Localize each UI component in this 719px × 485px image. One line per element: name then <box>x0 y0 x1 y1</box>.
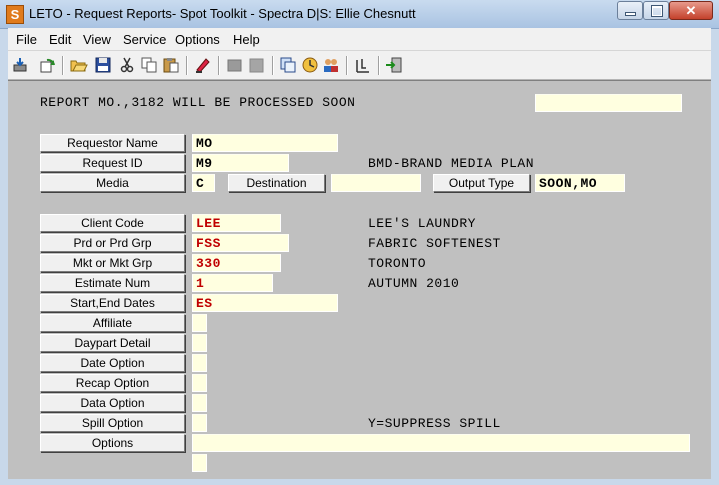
window-title: LETO - Request Reports- Spot Toolkit - S… <box>29 6 416 21</box>
copy-doc-icon[interactable] <box>279 56 297 74</box>
maximize-button[interactable] <box>643 1 669 20</box>
toolbar-separator <box>272 56 274 75</box>
client-code-button[interactable]: Client Code <box>40 214 185 232</box>
open-folder-icon[interactable] <box>70 56 88 74</box>
print-icon[interactable] <box>11 56 29 74</box>
title-bar: S LETO - Request Reports- Spot Toolkit -… <box>0 0 719 29</box>
market-field[interactable]: 330 <box>192 254 281 272</box>
close-button[interactable] <box>669 1 713 20</box>
stop-icon[interactable] <box>226 56 244 74</box>
daypart-detail-button[interactable]: Daypart Detail <box>40 334 185 352</box>
estimate-field[interactable]: 1 <box>192 274 273 292</box>
menu-view[interactable]: View <box>83 32 111 47</box>
menu-options[interactable]: Options <box>175 32 220 47</box>
estimate-button[interactable]: Estimate Num <box>40 274 185 292</box>
estimate-name: AUTUMN 2010 <box>368 276 460 291</box>
window-frame-bottom <box>0 478 719 485</box>
options-button[interactable]: Options <box>40 434 185 452</box>
affiliate-button[interactable]: Affiliate <box>40 314 185 332</box>
app-icon: S <box>6 5 24 24</box>
menu-service[interactable]: Service <box>123 32 166 47</box>
toolbar-separator <box>346 56 348 75</box>
request-id-button[interactable]: Request ID <box>40 154 185 172</box>
data-option-button[interactable]: Data Option <box>40 394 185 412</box>
media-button[interactable]: Media <box>40 174 185 192</box>
window-frame-right <box>711 50 719 485</box>
requestor-name-field[interactable]: MO <box>192 134 338 152</box>
recap-option-button[interactable]: Recap Option <box>40 374 185 392</box>
extra-field[interactable] <box>192 454 207 472</box>
output-type-button[interactable]: Output Type <box>433 174 530 192</box>
cut-icon[interactable] <box>118 56 136 74</box>
paste-icon[interactable] <box>162 56 180 74</box>
window-frame-left <box>0 50 8 485</box>
spill-option-field[interactable] <box>192 414 207 432</box>
toolbar-separator <box>62 56 64 75</box>
menu-edit[interactable]: Edit <box>49 32 71 47</box>
toolbar <box>8 51 711 80</box>
stop-disabled-icon[interactable] <box>248 56 266 74</box>
dates-field[interactable]: ES <box>192 294 338 312</box>
refresh-icon[interactable] <box>39 56 57 74</box>
client-code-field[interactable]: LEE <box>192 214 281 232</box>
request-description: BMD-BRAND MEDIA PLAN <box>368 156 535 171</box>
toolbar-separator <box>186 56 188 75</box>
minimize-button[interactable] <box>617 1 643 20</box>
spill-note: Y=SUPPRESS SPILL <box>368 416 501 431</box>
requestor-name-button[interactable]: Requestor Name <box>40 134 185 152</box>
product-field[interactable]: FSS <box>192 234 289 252</box>
dates-button[interactable]: Start,End Dates <box>40 294 185 312</box>
data-option-field[interactable] <box>192 394 207 412</box>
menu-bar: File Edit View Service Options Help <box>8 28 711 51</box>
daypart-detail-field[interactable] <box>192 334 207 352</box>
affiliate-field[interactable] <box>192 314 207 332</box>
product-name: FABRIC SOFTENEST <box>368 236 501 251</box>
message-box[interactable] <box>535 94 682 112</box>
media-field[interactable]: C <box>192 174 215 192</box>
market-name: TORONTO <box>368 256 427 271</box>
clear-icon[interactable] <box>194 56 212 74</box>
options-field[interactable] <box>192 434 690 452</box>
output-type-field[interactable]: SOON,MO <box>535 174 625 192</box>
client-name: LEE'S LAUNDRY <box>368 216 476 231</box>
exit-icon[interactable] <box>385 56 403 74</box>
menu-help[interactable]: Help <box>233 32 260 47</box>
date-option-field[interactable] <box>192 354 207 372</box>
spill-option-button[interactable]: Spill Option <box>40 414 185 432</box>
copy-icon[interactable] <box>140 56 158 74</box>
market-button[interactable]: Mkt or Mkt Grp <box>40 254 185 272</box>
save-icon[interactable] <box>94 56 112 74</box>
recap-option-field[interactable] <box>192 374 207 392</box>
destination-button[interactable]: Destination <box>228 174 325 192</box>
status-message: REPORT MO.,3182 WILL BE PROCESSED SOON <box>40 95 356 110</box>
destination-field[interactable] <box>331 174 421 192</box>
toolbar-separator <box>378 56 380 75</box>
product-button[interactable]: Prd or Prd Grp <box>40 234 185 252</box>
menu-file[interactable]: File <box>16 32 37 47</box>
request-id-field[interactable]: M9 <box>192 154 289 172</box>
toolbar-separator <box>218 56 220 75</box>
date-option-button[interactable]: Date Option <box>40 354 185 372</box>
run-icon[interactable] <box>354 56 372 74</box>
history-icon[interactable] <box>301 56 319 74</box>
users-icon[interactable] <box>322 56 340 74</box>
